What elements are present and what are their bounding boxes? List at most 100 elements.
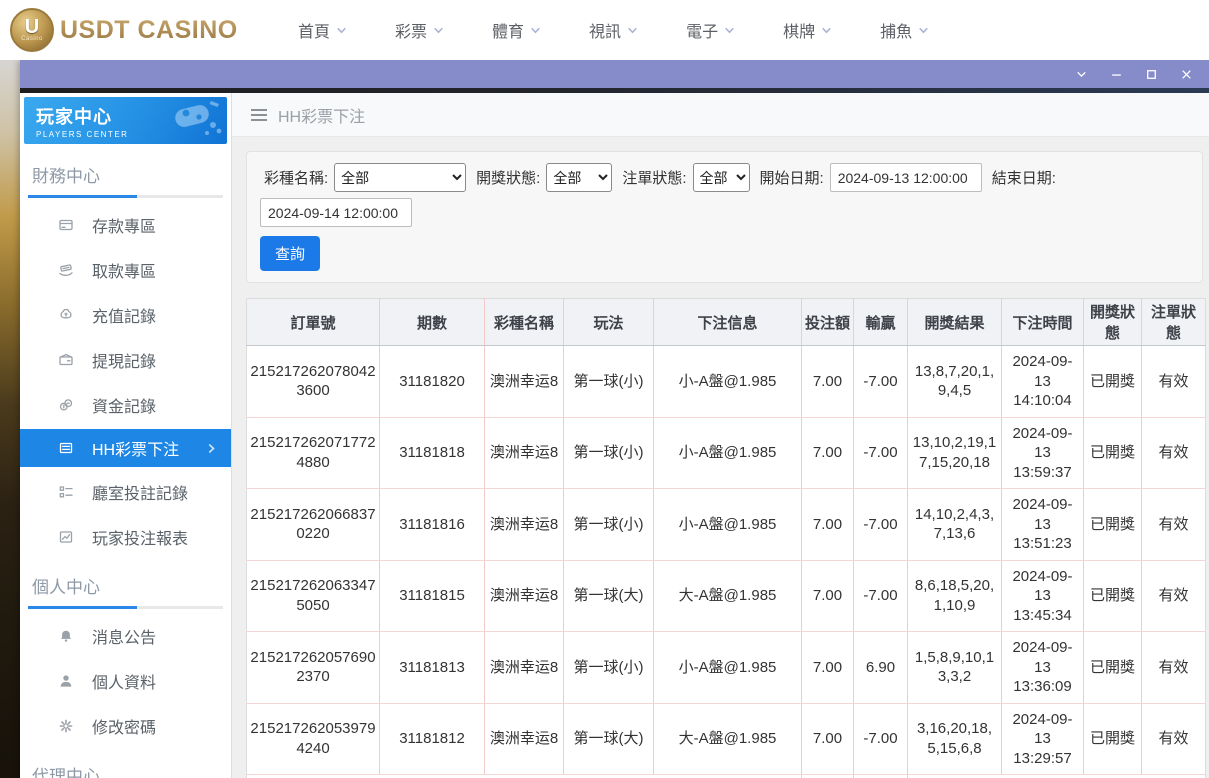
sidebar-item[interactable]: 消息公告 — [20, 613, 231, 658]
sidebar-item[interactable]: 存款專區 — [20, 202, 231, 247]
table-cell: 已開獎 — [1084, 346, 1142, 418]
window-titlebar — [20, 60, 1209, 88]
content-header: HH彩票下注 — [232, 93, 1209, 137]
table-cell: -7.00 — [854, 489, 908, 561]
column-header: 訂單號 — [247, 299, 380, 346]
table-cell: 31181815 — [380, 560, 485, 632]
sidebar-section-title-0: 財務中心 — [20, 148, 231, 195]
end-date-input[interactable] — [260, 198, 412, 227]
nav-item-label: 捕魚 — [880, 18, 912, 42]
nav-item-5[interactable]: 棋牌 — [783, 18, 832, 42]
column-header: 下注時間 — [1002, 299, 1084, 346]
table-cell: 已開獎 — [1084, 417, 1142, 489]
table-cell: 13,8,7,20,1,9,4,5 — [908, 346, 1002, 418]
table-cell: 2024-09-13 14:10:04 — [1002, 346, 1084, 418]
withdraw-hand-icon — [58, 262, 74, 278]
start-date-input[interactable] — [830, 163, 982, 192]
gold-coin-logo-icon: U Casino — [10, 8, 54, 52]
main-content: HH彩票下注 彩種名稱: 全部 開獎狀態: 全部 注單狀態: 全部 開始日期: — [232, 93, 1209, 778]
chevron-down-icon — [918, 25, 929, 36]
gear-icon — [58, 718, 74, 734]
table-cell: 31181813 — [380, 632, 485, 704]
table-cell: 小-A盤@1.985 — [654, 632, 802, 704]
draw-status-select[interactable]: 全部 — [546, 163, 612, 192]
wallet-icon — [58, 352, 74, 368]
report-chart-icon — [58, 529, 74, 545]
sidebar-item-label: 個人資料 — [92, 669, 156, 693]
table-cell: 2024-09-13 13:45:34 — [1002, 560, 1084, 632]
sidebar-item[interactable]: 提現記錄 — [20, 337, 231, 382]
sidebar-item[interactable]: 資金記錄 — [20, 382, 231, 427]
chevron-down-icon — [433, 25, 444, 36]
nav-item-0[interactable]: 首頁 — [298, 18, 347, 42]
lottery-name-select[interactable]: 全部 — [334, 163, 466, 192]
table-cell: 31181812 — [380, 703, 485, 775]
minimize-icon[interactable] — [1110, 68, 1123, 81]
table-row: 215217262066837022031181816澳洲幸运8第一球(小)小-… — [247, 489, 1206, 561]
sidebar-item[interactable]: 充值記錄 — [20, 292, 231, 337]
bell-icon — [58, 628, 74, 644]
filter-panel: 彩種名稱: 全部 開獎狀態: 全部 注單狀態: 全部 開始日期: 結束日期: 查… — [246, 151, 1203, 283]
table-cell: 小-A盤@1.985 — [654, 346, 802, 418]
nav-item-label: 首頁 — [298, 18, 330, 42]
table-cell: 7.00 — [802, 417, 854, 489]
maximize-icon[interactable] — [1145, 68, 1158, 81]
column-header: 開獎狀態 — [1084, 299, 1142, 346]
table-cell: 31181816 — [380, 489, 485, 561]
nav-item-3[interactable]: 視訊 — [589, 18, 638, 42]
sidebar-item[interactable]: 玩家投注報表 — [20, 514, 231, 559]
table-cell: 2152172620576902370 — [247, 632, 380, 704]
table-cell: 澳洲幸运8 — [485, 632, 564, 704]
summary-bet-total: 42.00 — [802, 775, 854, 778]
column-header: 輸贏 — [854, 299, 908, 346]
table-cell: 2024-09-13 13:36:09 — [1002, 632, 1084, 704]
nav-item-2[interactable]: 體育 — [492, 18, 541, 42]
nav-item-1[interactable]: 彩票 — [395, 18, 444, 42]
hamburger-menu-icon[interactable] — [250, 108, 268, 122]
nav-item-label: 棋牌 — [783, 18, 815, 42]
table-cell: 2024-09-13 13:51:23 — [1002, 489, 1084, 561]
table-cell: 有效 — [1142, 417, 1206, 489]
nav-item-6[interactable]: 捕魚 — [880, 18, 929, 42]
column-header: 玩法 — [564, 299, 654, 346]
table-cell: 2152172620633475050 — [247, 560, 380, 632]
sidebar-item[interactable]: 取款專區 — [20, 247, 231, 292]
table-cell: 小-A盤@1.985 — [654, 417, 802, 489]
chevron-down-icon — [336, 25, 347, 36]
table-cell: 7.00 — [802, 560, 854, 632]
order-status-label: 注單狀態: — [622, 167, 686, 188]
table-cell: 有效 — [1142, 703, 1206, 775]
coins-icon — [58, 397, 74, 413]
chevron-down-icon — [627, 25, 638, 36]
table-row: 215217262078042360031181820澳洲幸运8第一球(小)小-… — [247, 346, 1206, 418]
usdt-casino-logo[interactable]: U Casino USDT CASINO — [0, 8, 250, 52]
top-navigation: U Casino USDT CASINO 首頁 彩票 體育 視訊 電子 棋牌 捕魚 — [0, 0, 1209, 60]
column-header: 彩種名稱 — [485, 299, 564, 346]
close-icon[interactable] — [1180, 68, 1193, 81]
column-header: 投注額 — [802, 299, 854, 346]
sidebar-item-label: 玩家投注報表 — [92, 525, 188, 549]
table-cell: 7.00 — [802, 489, 854, 561]
end-date-label: 結束日期: — [992, 167, 1056, 188]
order-status-select[interactable]: 全部 — [693, 163, 750, 192]
table-cell: 7.00 — [802, 632, 854, 704]
table-cell: 2024-09-13 13:29:57 — [1002, 703, 1084, 775]
table-cell: 有效 — [1142, 632, 1206, 704]
sidebar-item[interactable]: HH彩票下注 — [20, 429, 231, 467]
sidebar-item[interactable]: 修改密碼 — [20, 703, 231, 748]
table-cell: 已開獎 — [1084, 560, 1142, 632]
table-cell: 13,10,2,19,17,15,20,18 — [908, 417, 1002, 489]
search-button[interactable]: 查詢 — [260, 236, 320, 271]
sidebar-item[interactable]: 廳室投註記錄 — [20, 469, 231, 514]
sidebar-item-label: 充值記錄 — [92, 303, 156, 327]
nav-item-4[interactable]: 電子 — [686, 18, 735, 42]
collapse-window-icon[interactable] — [1075, 68, 1088, 81]
table-cell: 第一球(大) — [564, 703, 654, 775]
gamepad-decoration-icon — [153, 99, 223, 144]
table-cell: 大-A盤@1.985 — [654, 703, 802, 775]
sidebar-item[interactable]: 個人資料 — [20, 658, 231, 703]
column-header: 期數 — [380, 299, 485, 346]
table-cell: 2152172620539794240 — [247, 703, 380, 775]
table-cell: 第一球(小) — [564, 632, 654, 704]
nav-item-label: 彩票 — [395, 18, 427, 42]
